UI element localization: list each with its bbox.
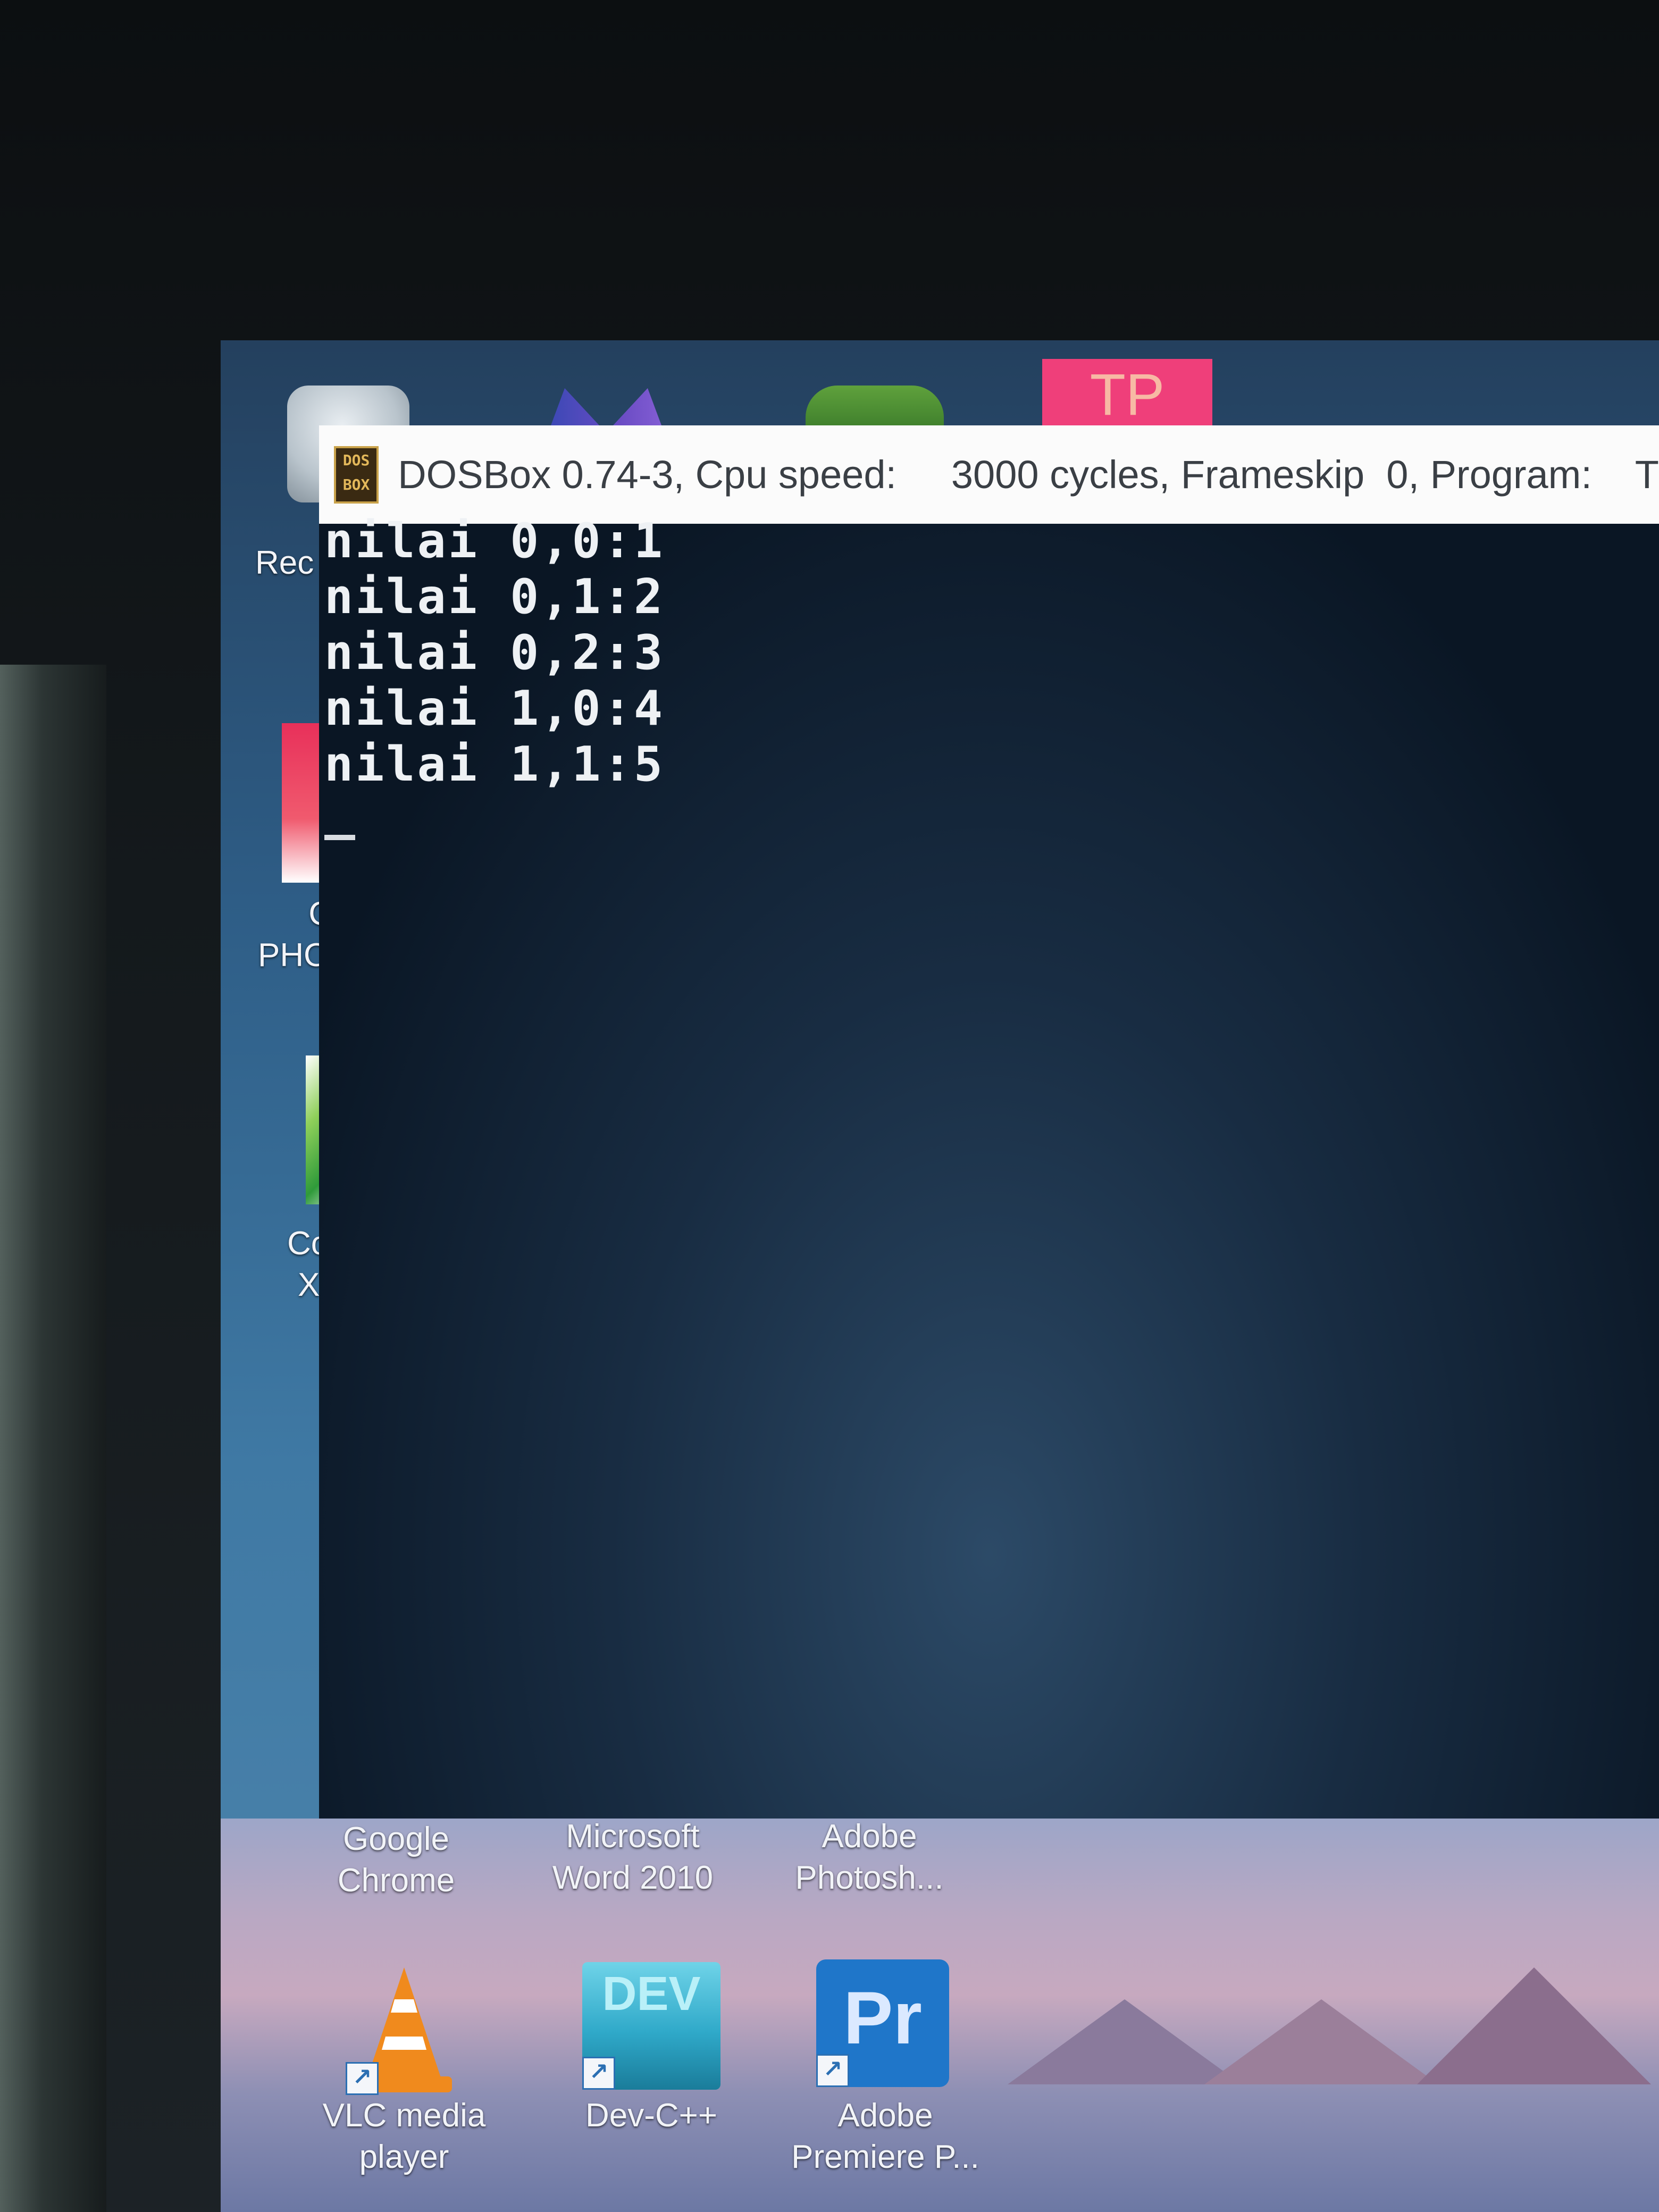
console-cursor [324, 835, 355, 840]
dosbox-titlebar[interactable]: DOS BOX DOSBox 0.74-3, Cpu speed: 3000 c… [319, 425, 1659, 525]
desktop-icon-google-chrome[interactable]: Google Chrome [319, 1819, 473, 1901]
turbo-pascal-icon[interactable]: TP [1042, 359, 1212, 431]
console-output-line: nilai 1,1:5 [324, 736, 665, 792]
dosbox-icon-text: BOX [342, 475, 370, 493]
wallpaper-mountain [1417, 1967, 1651, 2084]
background-surface [0, 665, 106, 2212]
desktop-icon-label: Rec [255, 544, 314, 581]
console-output-line: nilai 0,2:3 [324, 625, 665, 681]
desktop-icon-vlc[interactable]: ↗ [346, 1962, 463, 2095]
dosbox-title: DOSBox 0.74-3, Cpu speed: 3000 cycles, F… [398, 453, 1659, 497]
dosbox-window[interactable]: DOS BOX DOSBox 0.74-3, Cpu speed: 3000 c… [319, 425, 1659, 1898]
desktop-icon-label: Premiere P... [791, 2139, 979, 2175]
dosbox-app-icon: DOS BOX [334, 446, 379, 504]
desktop-icon-label: VLC media [322, 2097, 486, 2134]
desktop-icon-label: Dev-C++ [585, 2097, 718, 2134]
desktop-icon-label: Microsoft [566, 1818, 700, 1855]
console-output-line: nilai 0,1:2 [324, 569, 665, 625]
desktop-icon-label: Word 2010 [552, 1859, 714, 1896]
desktop-icon-label: Google [343, 1821, 449, 1857]
desktop-icon-recycle-bin[interactable]: Rec [255, 542, 330, 584]
console-output-line: nilai 1,0:4 [324, 681, 665, 736]
desktop-icon-vlc-label[interactable]: VLC media player [314, 2095, 495, 2178]
desktop-icon-devcpp[interactable]: DEV ↗ [582, 1962, 720, 2090]
shortcut-arrow-icon: ↗ [346, 2062, 379, 2095]
desktop-icon-label: player [359, 2139, 449, 2175]
desktop-icon-label: Adobe [837, 2097, 933, 2134]
desktop-icon-label: Photosh... [795, 1859, 944, 1896]
desktop-icon-adobe-photoshop[interactable]: Adobe Photosh... [784, 1816, 954, 1899]
dosbox-console[interactable]: nilai 0,0:1 nilai 0,1:2 nilai 0,2:3 nila… [319, 513, 1659, 1898]
shortcut-arrow-icon: ↗ [582, 2057, 615, 2090]
desktop-icon-microsoft-word[interactable]: Microsoft Word 2010 [545, 1816, 720, 1899]
desktop-screen: TP Rec C PHO Core X7 ( Fi DOS BOX DOSBox… [221, 340, 1659, 2212]
desktop-icon-label: Chrome [337, 1862, 455, 1899]
photo-app-icon[interactable] [282, 723, 324, 883]
shortcut-arrow-icon: ↗ [816, 2054, 849, 2087]
premiere-badge-text: Pr [843, 1976, 922, 2059]
dosbox-icon-text: DOS [342, 451, 370, 469]
desktop-icon-premiere[interactable]: Pr ↗ [816, 1959, 949, 2087]
desktop-icon-devcpp-label[interactable]: Dev-C++ [561, 2095, 742, 2136]
console-output-line: nilai 0,0:1 [324, 513, 665, 569]
desktop-icon-label: Adobe [822, 1818, 917, 1855]
wallpaper-mountain [1204, 1999, 1438, 2084]
desktop-icon-premiere-label[interactable]: Adobe Premiere P... [774, 2095, 997, 2178]
devcpp-badge-text: DEV [602, 1967, 701, 2021]
